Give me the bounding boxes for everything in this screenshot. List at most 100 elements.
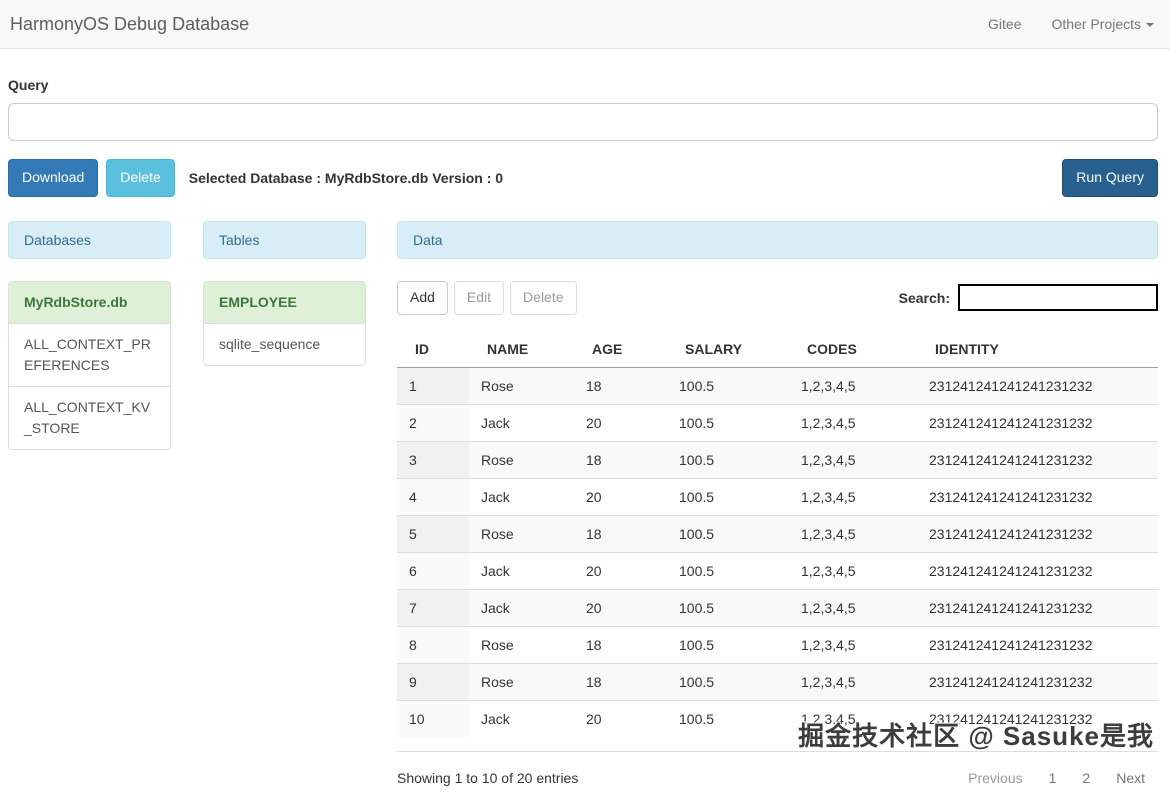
table-cell: 1,2,3,4,5 [789,440,917,479]
database-list-item[interactable]: MyRdbStore.db [8,280,171,324]
table-cell: 9 [397,662,469,701]
chevron-down-icon [1146,23,1154,28]
table-cell: 20 [574,588,667,627]
table-cell: 10 [397,699,469,737]
table-cell: 100.5 [667,366,789,405]
download-button[interactable]: Download [8,159,99,197]
pagination-2[interactable]: 2 [1069,764,1103,792]
query-input[interactable] [8,103,1158,141]
table-list-item[interactable]: EMPLOYEE [203,280,366,324]
data-panel: Data Add Edit Delete Search: ID NAME AGE… [397,220,1158,804]
nav-link-other-projects[interactable]: Other Projects [1052,16,1154,32]
table-cell: Rose [469,440,574,479]
table-cell: Rose [469,514,574,553]
data-table: ID NAME AGE SALARY CODES IDENTITY 1 Rose 1… [397,330,1158,737]
action-row: Download Delete Selected Database : MyRd… [8,159,1158,197]
main-content: Query Download Delete Selected Database … [0,49,1170,804]
table-list-item[interactable]: sqlite_sequence [203,322,366,366]
column-header-identity[interactable]: IDENTITY [917,330,1158,368]
nav-links: Gitee Other Projects [988,16,1154,32]
table-footer: Showing 1 to 10 of 20 entries Previous 1 2… [397,750,1158,804]
nav-link-gitee[interactable]: Gitee [988,16,1021,32]
table-row[interactable]: 10 Jack 20 100.5 1,2,3,4,5 231241241241241231… [397,699,1158,737]
databases-list: MyRdbStore.db ALL_CONTEXT_PREFERENCES ALL_… [8,280,171,450]
table-cell: 18 [574,625,667,664]
table-row[interactable]: 9 Rose 18 100.5 1,2,3,4,5 2312412412412412312… [397,662,1158,701]
table-cell: 100.5 [667,625,789,664]
table-cell: 1,2,3,4,5 [789,699,917,737]
table-cell: 231241241241241231232 [917,403,1158,442]
database-list-item[interactable]: ALL_CONTEXT_PREFERENCES [8,322,171,387]
pagination-previous[interactable]: Previous [955,764,1035,792]
pagination-1[interactable]: 1 [1036,764,1070,792]
data-table-body: 1 Rose 18 100.5 1,2,3,4,5 2312412412412412312… [397,366,1158,737]
table-cell: 231241241241241231232 [917,440,1158,479]
selected-database-info: Selected Database : MyRdbStore.db Versio… [188,169,504,186]
table-cell: 1 [397,366,469,405]
table-cell: 100.5 [667,662,789,701]
table-row[interactable]: 5 Rose 18 100.5 1,2,3,4,5 2312412412412412312… [397,514,1158,553]
table-cell: Jack [469,403,574,442]
table-cell: Jack [469,699,574,737]
table-cell: Rose [469,366,574,405]
navbar: HarmonyOS Debug Database Gitee Other Pro… [0,0,1170,49]
table-cell: 1,2,3,4,5 [789,625,917,664]
database-list-item[interactable]: ALL_CONTEXT_KV_STORE [8,385,171,450]
table-cell: 100.5 [667,440,789,479]
table-cell: 1,2,3,4,5 [789,403,917,442]
table-cell: Jack [469,477,574,516]
panels-row: Databases MyRdbStore.db ALL_CONTEXT_PREFE… [8,220,1158,804]
column-header-salary[interactable]: SALARY [667,330,789,368]
table-cell: 8 [397,625,469,664]
table-cell: 6 [397,551,469,590]
table-cell: 1,2,3,4,5 [789,514,917,553]
column-header-codes[interactable]: CODES [789,330,917,368]
table-cell: 100.5 [667,514,789,553]
table-row[interactable]: 3 Rose 18 100.5 1,2,3,4,5 2312412412412412312… [397,440,1158,479]
table-cell: 20 [574,477,667,516]
column-header-name[interactable]: NAME [469,330,574,368]
table-cell: 18 [574,514,667,553]
table-cell: 100.5 [667,551,789,590]
table-cell: 18 [574,366,667,405]
table-header-row: ID NAME AGE SALARY CODES IDENTITY [397,330,1158,368]
pagination-next[interactable]: Next [1103,764,1158,792]
table-cell: 100.5 [667,699,789,737]
table-cell: 1,2,3,4,5 [789,477,917,516]
table-cell: 7 [397,588,469,627]
table-row[interactable]: 2 Jack 20 100.5 1,2,3,4,5 2312412412412412312… [397,403,1158,442]
table-cell: 18 [574,662,667,701]
table-cell: 100.5 [667,403,789,442]
row-action-buttons: Add Edit Delete [397,280,577,315]
tables-list: EMPLOYEE sqlite_sequence [203,280,366,366]
table-cell: 20 [574,551,667,590]
column-header-id[interactable]: ID [397,330,469,368]
table-row[interactable]: 8 Rose 18 100.5 1,2,3,4,5 2312412412412412312… [397,625,1158,664]
table-cell: Jack [469,588,574,627]
table-cell: Rose [469,662,574,701]
query-label: Query [8,77,49,93]
app-title[interactable]: HarmonyOS Debug Database [10,14,249,35]
table-row[interactable]: 6 Jack 20 100.5 1,2,3,4,5 2312412412412412312… [397,551,1158,590]
table-cell: 231241241241241231232 [917,366,1158,405]
data-toolbar: Add Edit Delete Search: [397,280,1158,315]
add-row-button[interactable]: Add [397,280,448,315]
search-wrap: Search: [898,284,1158,312]
table-cell: 231241241241241231232 [917,551,1158,590]
databases-panel-title: Databases [8,220,171,259]
delete-row-button[interactable]: Delete [510,280,577,315]
table-row[interactable]: 1 Rose 18 100.5 1,2,3,4,5 2312412412412412312… [397,366,1158,405]
table-cell: Rose [469,625,574,664]
table-row[interactable]: 4 Jack 20 100.5 1,2,3,4,5 2312412412412412312… [397,477,1158,516]
run-query-button[interactable]: Run Query [1062,159,1158,197]
delete-database-button[interactable]: Delete [106,159,175,197]
search-label: Search: [898,289,950,306]
column-header-age[interactable]: AGE [574,330,667,368]
data-panel-title: Data [397,220,1158,259]
table-cell: 100.5 [667,477,789,516]
tables-panel-title: Tables [203,220,366,259]
table-row[interactable]: 7 Jack 20 100.5 1,2,3,4,5 2312412412412412312… [397,588,1158,627]
table-cell: 231241241241241231232 [917,477,1158,516]
search-input[interactable] [958,284,1158,312]
edit-row-button[interactable]: Edit [453,280,505,315]
